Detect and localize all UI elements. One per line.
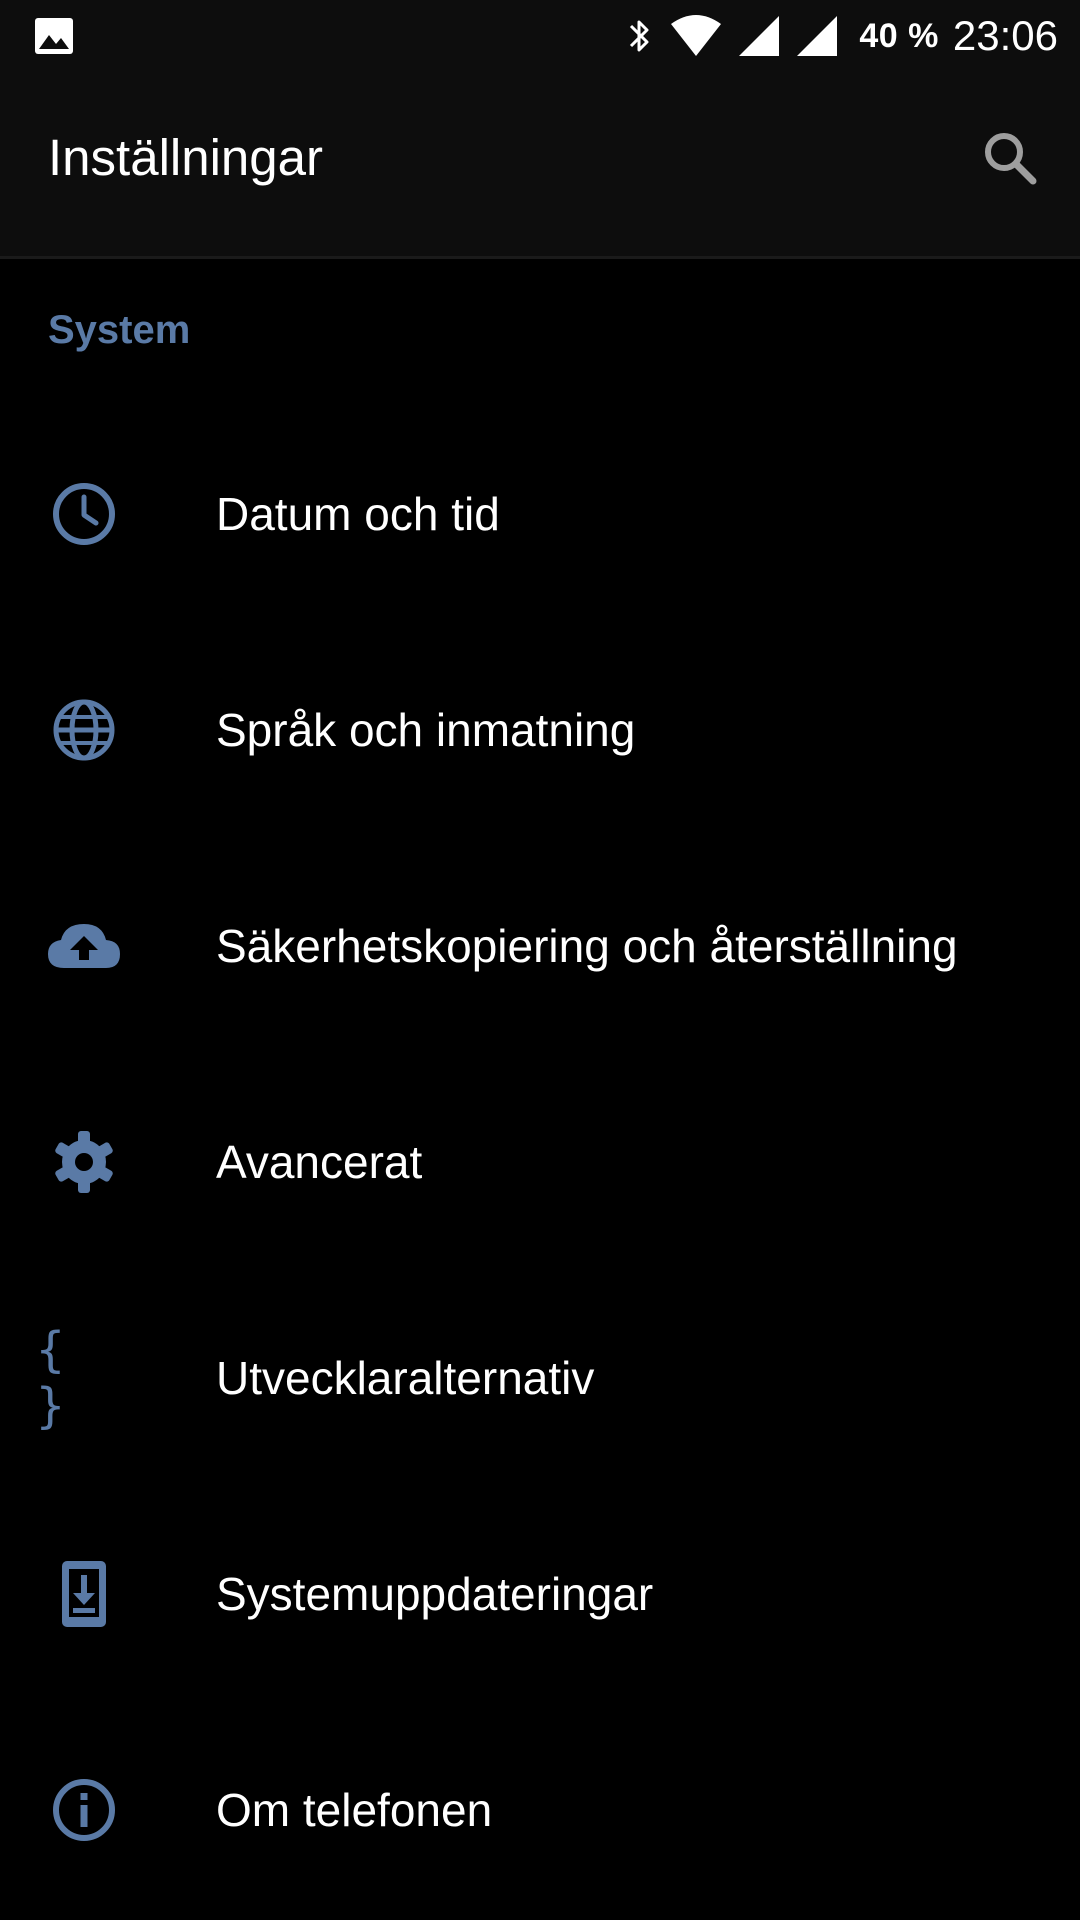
info-icon [36,1762,132,1858]
settings-item-label: Språk och inmatning [216,704,636,756]
settings-item-date-time[interactable]: Datum och tid [0,406,1080,622]
settings-list: Datum och tid Språk och inmatning Säkerh… [0,406,1080,1918]
settings-item-advanced[interactable]: Avancerat [0,1054,1080,1270]
page-title: Inställningar [48,129,323,186]
cell-signal-icon [737,14,781,58]
cloud-upload-icon [36,898,132,994]
cell-signal-icon [795,14,839,58]
settings-item-backup-reset[interactable]: Säkerhetskopiering och återställning [0,838,1080,1054]
settings-item-label: Datum och tid [216,488,500,540]
search-button[interactable] [974,122,1046,194]
settings-item-label: Systemuppdateringar [216,1568,654,1620]
settings-item-label: Utvecklaralternativ [216,1352,595,1404]
section-header-system: System [48,308,191,352]
status-bar: 40 % 23:06 [0,0,1080,72]
status-indicators: 40 % 23:06 [609,0,1058,72]
image-notification-icon [34,16,74,56]
settings-item-label: Om telefonen [216,1784,493,1836]
search-icon [985,133,1037,185]
settings-item-about-phone[interactable]: Om telefonen [0,1702,1080,1918]
bluetooth-icon [623,14,655,58]
wifi-icon [669,14,723,58]
braces-icon: { } [36,1322,132,1434]
globe-icon [36,682,132,778]
status-time: 23:06 [952,12,1058,59]
battery-level: 40 % [859,16,939,55]
settings-item-system-updates[interactable]: Systemuppdateringar [0,1486,1080,1702]
system-update-icon [36,1546,132,1642]
settings-item-label: Avancerat [216,1136,423,1188]
braces-glyph: { } [36,1322,77,1434]
gear-icon [36,1114,132,1210]
app-toolbar: Inställningar [0,72,1080,259]
clock-icon [36,466,132,562]
settings-item-label: Säkerhetskopiering och återställning [216,920,958,972]
settings-item-developer-options[interactable]: { } Utvecklaralternativ [0,1270,1080,1486]
settings-item-language-input[interactable]: Språk och inmatning [0,622,1080,838]
